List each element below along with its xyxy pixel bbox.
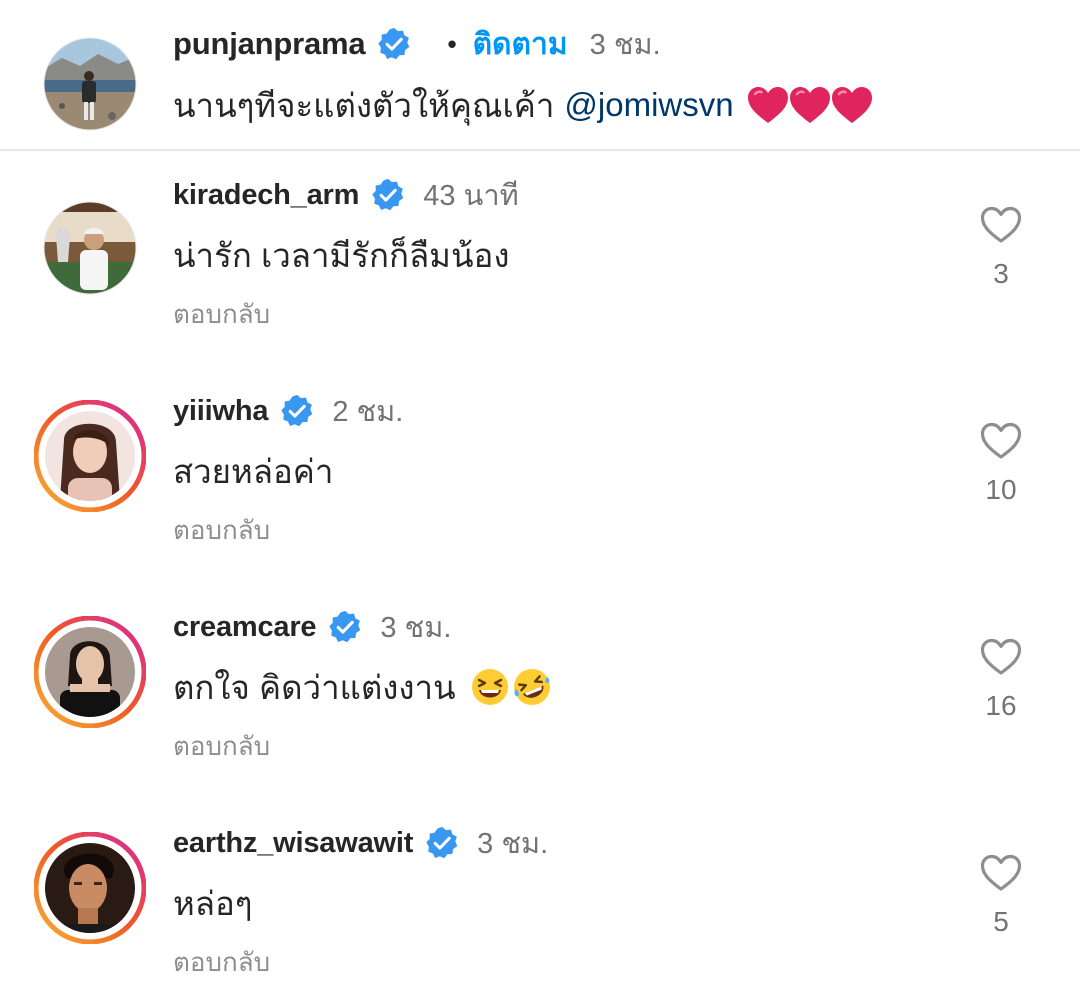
- grinning-squinting-face-icon: [471, 669, 508, 705]
- reply-button[interactable]: ตอบกลับ: [173, 296, 270, 332]
- heart-outline-icon[interactable]: [979, 421, 1023, 461]
- comment-time: 3 ชม.: [380, 612, 452, 644]
- comment-text: หล่อๆ: [173, 884, 253, 922]
- comment-time: 43 นาที: [423, 180, 519, 212]
- red-heart-icon: [830, 85, 874, 125]
- comment-username[interactable]: kiradech_arm: [173, 179, 359, 212]
- comment-text: สวยหล่อค่า: [173, 452, 334, 490]
- avatar[interactable]: [34, 192, 146, 304]
- heart-outline-icon[interactable]: [979, 637, 1023, 677]
- comment-header: earthz_wisawawit 3 ชม.: [173, 823, 548, 863]
- verified-badge-icon: [425, 826, 459, 860]
- comment-username[interactable]: earthz_wisawawit: [173, 827, 413, 860]
- comment-time: 2 ชม.: [332, 396, 404, 428]
- like-count: 16: [985, 690, 1017, 721]
- caption-time: 3 ชม.: [589, 29, 661, 61]
- reply-button[interactable]: ตอบกลับ: [173, 728, 270, 764]
- verified-badge-icon: [371, 178, 405, 212]
- caption-mention-link[interactable]: @jomiwsvn: [564, 86, 733, 124]
- comment-header: yiiiwha 2 ชม.: [173, 391, 403, 431]
- like-count: 5: [993, 906, 1009, 937]
- comment-text-line: ตกใจ คิดว่าแต่งงาน: [173, 663, 552, 711]
- comment-header: kiradech_arm 43 นาที: [173, 175, 519, 215]
- comment-item: yiiiwha 2 ชม. สวยหล่อค่า ตอบกลับ 10: [0, 366, 1080, 582]
- comment-username[interactable]: yiiiwha: [173, 395, 269, 428]
- comment-item: creamcare 3 ชม. ตกใจ คิดว่าแต่งงาน ตอบกล…: [0, 582, 1080, 798]
- red-heart-icon: [788, 85, 832, 125]
- heart-outline-icon[interactable]: [979, 853, 1023, 893]
- caption-text: นานๆทีจะแต่งตัวให้คุณเค้า: [173, 86, 555, 124]
- caption-username[interactable]: punjanprama: [173, 26, 366, 62]
- reply-button[interactable]: ตอบกลับ: [173, 512, 270, 548]
- like-count: 10: [985, 474, 1017, 505]
- follow-button[interactable]: ติดตาม: [473, 21, 568, 68]
- comments-screen: punjanprama • ติดตาม 3 ชม. นานๆทีจะแต่งต…: [0, 0, 1080, 1003]
- comment-header: creamcare 3 ชม.: [173, 607, 451, 647]
- avatar[interactable]: [42, 36, 138, 132]
- verified-badge-icon: [328, 610, 362, 644]
- caption-header: punjanprama • ติดตาม 3 ชม.: [173, 24, 661, 64]
- comment-text: ตกใจ คิดว่าแต่งงาน: [173, 668, 456, 706]
- caption-text-line: นานๆทีจะแต่งตัวให้คุณเค้า @jomiwsvn: [173, 80, 872, 130]
- reply-button[interactable]: ตอบกลับ: [173, 944, 270, 980]
- red-heart-icon: [746, 85, 790, 125]
- comment-time: 3 ชม.: [477, 828, 549, 860]
- comment-item: kiradech_arm 43 นาที น่ารัก เวลามีรักก็ล…: [0, 150, 1080, 366]
- avatar[interactable]: [34, 616, 146, 728]
- avatar[interactable]: [34, 832, 146, 944]
- heart-outline-icon[interactable]: [979, 205, 1023, 245]
- like-count: 3: [993, 258, 1009, 289]
- separator-dot: •: [447, 28, 457, 59]
- verified-badge-icon: [280, 394, 314, 428]
- post-caption: punjanprama • ติดตาม 3 ชม. นานๆทีจะแต่งต…: [0, 0, 1080, 150]
- comment-item: earthz_wisawawit 3 ชม. หล่อๆ ตอบกลับ 5: [0, 798, 1080, 1003]
- comment-text: น่ารัก เวลามีรักก็ลืมน้อง: [173, 236, 510, 274]
- red-hearts-emoji: [746, 85, 872, 125]
- avatar[interactable]: [34, 400, 146, 512]
- comment-username[interactable]: creamcare: [173, 611, 317, 644]
- verified-badge-icon: [377, 27, 411, 61]
- rolling-laughing-face-icon: [513, 669, 550, 705]
